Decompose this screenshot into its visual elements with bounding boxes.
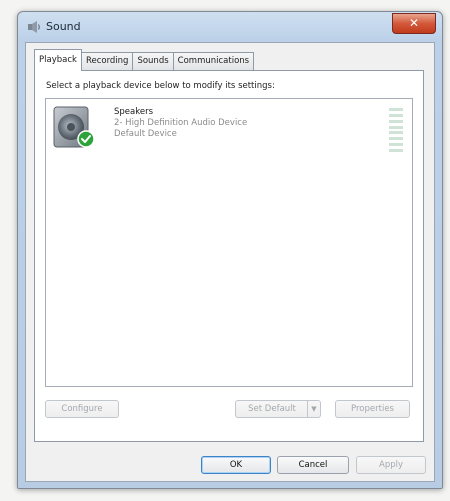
playback-device-list[interactable]: Speakers 2- High Definition Audio Device… [45,98,413,387]
title-bar[interactable]: Sound ✕ [18,12,442,42]
sound-dialog-window: Sound ✕ Playback Recording Sounds Commun… [17,11,443,489]
chevron-down-icon[interactable]: ▼ [307,401,320,417]
level-meter-bar [389,143,403,147]
volume-level-meter [389,108,403,152]
device-item-speakers[interactable]: Speakers 2- High Definition Audio Device… [48,102,410,152]
tab-playback[interactable]: Playback [34,49,82,71]
properties-button[interactable]: Properties [335,400,410,418]
tab-sounds[interactable]: Sounds [132,52,174,70]
set-default-button[interactable]: Set Default ▼ [235,400,321,418]
level-meter-bar [389,148,403,152]
level-meter-bar [389,131,403,135]
close-button[interactable]: ✕ [392,13,436,34]
instruction-text: Select a playback device below to modify… [46,81,275,91]
level-meter-bar [389,113,403,117]
window-title: Sound [46,20,81,33]
speaker-icon [53,106,95,148]
cancel-button[interactable]: Cancel [277,456,349,474]
tab-strip: Playback Recording Sounds Communications [34,49,255,71]
set-default-label: Set Default [248,404,296,414]
configure-button[interactable]: Configure [45,400,119,418]
playback-tab-panel: Select a playback device below to modify… [34,70,424,442]
green-checkmark-icon [77,130,95,148]
device-status: Default Device [114,129,177,139]
level-meter-bar [389,108,403,111]
level-meter-bar [389,137,403,141]
level-meter-bar [389,119,403,123]
tab-communications[interactable]: Communications [172,52,255,70]
dialog-client-area: Playback Recording Sounds Communications… [25,42,435,482]
device-name: Speakers [114,107,154,117]
tab-recording[interactable]: Recording [80,52,134,70]
sound-app-icon [28,21,40,33]
ok-button[interactable]: OK [201,456,271,474]
level-meter-bar [389,125,403,129]
device-description: 2- High Definition Audio Device [114,118,248,128]
apply-button[interactable]: Apply [356,456,426,474]
